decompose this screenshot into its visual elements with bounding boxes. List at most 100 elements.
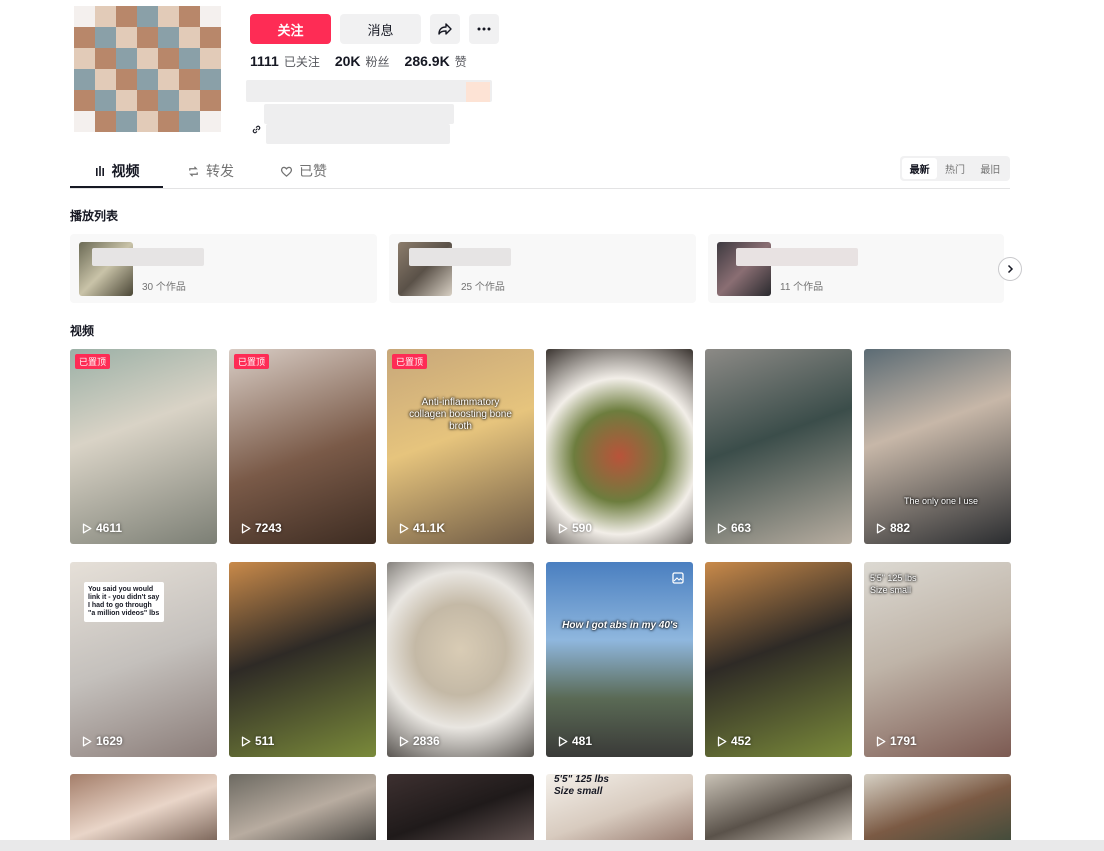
sort-popular[interactable]: 热门 — [937, 158, 972, 179]
video-card[interactable]: 590 — [546, 349, 693, 544]
content-tabs: 视频 转发 已赞 — [70, 156, 1010, 189]
play-icon — [82, 736, 92, 746]
profile-stats: 1111 已关注 20K 粉丝 286.9K 赞 — [250, 53, 482, 70]
more-button[interactable] — [469, 14, 499, 44]
avatar — [62, 6, 226, 138]
avatar-pixel — [95, 6, 116, 27]
avatar-pixel — [95, 48, 116, 69]
view-count: 41.1K — [399, 521, 445, 535]
avatar-pixel — [200, 48, 221, 69]
message-button[interactable]: 消息 — [340, 14, 421, 44]
video-card[interactable]: How I got abs in my 40's 481 — [546, 562, 693, 757]
link-icon — [252, 125, 261, 134]
share-button[interactable] — [430, 14, 460, 44]
video-card[interactable]: 已置顶 7243 — [229, 349, 376, 544]
playlist-name-blurred — [92, 248, 204, 266]
video-card[interactable] — [705, 774, 852, 850]
video-card[interactable]: 2836 — [387, 562, 534, 757]
playlist-count: 30 个作品 — [142, 282, 186, 293]
view-count-label: 481 — [572, 734, 593, 748]
avatar-pixel — [95, 111, 116, 132]
view-count-label: 7243 — [255, 521, 282, 535]
more-icon — [477, 27, 491, 31]
view-count: 2836 — [399, 734, 440, 748]
tab-liked-label: 已赞 — [299, 163, 327, 179]
avatar-pixel — [116, 111, 137, 132]
video-card[interactable]: 已置顶 Anti-inflammatory collagen boosting b… — [387, 349, 534, 544]
avatar-pixel — [200, 69, 221, 90]
horizontal-scrollbar[interactable] — [0, 840, 1104, 851]
reply-caption: You said you would link it - you didn't … — [84, 582, 164, 622]
photo-icon — [672, 572, 684, 584]
avatar-pixel — [137, 27, 158, 48]
tab-videos-label: 视频 — [111, 163, 140, 179]
playlist-next-button[interactable] — [998, 257, 1022, 281]
bio-blurred — [246, 80, 492, 102]
tab-liked[interactable]: 已赞 — [280, 156, 327, 186]
videos-title: 视频 — [70, 324, 95, 338]
view-count: 452 — [717, 734, 751, 748]
playlist-card[interactable]: 25 个作品 — [389, 234, 696, 303]
video-card[interactable]: 452 — [705, 562, 852, 757]
avatar-pixel — [116, 6, 137, 27]
view-count: 481 — [558, 734, 592, 748]
avatar-pixel — [200, 6, 221, 27]
likes-label: 赞 — [454, 55, 467, 69]
bio-emoji-blurred — [466, 82, 490, 102]
video-card[interactable]: 5'5" 125 lbs Size small 1791 — [864, 562, 1011, 757]
avatar-pixel — [74, 6, 95, 27]
video-overlay-text: 5'5" 125 lbs Size small — [870, 573, 917, 595]
share-icon — [438, 23, 452, 35]
avatar-pixel — [179, 48, 200, 69]
video-card[interactable] — [864, 774, 1011, 850]
play-icon — [241, 736, 251, 746]
view-count-label: 663 — [731, 521, 752, 535]
avatar-pixel — [200, 90, 221, 111]
avatar-pixel — [179, 90, 200, 111]
avatar-pixel — [116, 27, 137, 48]
video-card[interactable]: 663 — [705, 349, 852, 544]
avatar-pixel — [74, 48, 95, 69]
follow-button[interactable]: 关注 — [250, 14, 331, 44]
play-icon — [241, 523, 251, 533]
avatar-pixel — [116, 48, 137, 69]
following-label[interactable]: 已关注 — [284, 53, 320, 70]
avatar-pixel — [74, 27, 95, 48]
playlist-card[interactable]: 11 个作品 — [708, 234, 1004, 303]
avatar-pixel — [95, 90, 116, 111]
video-overlay-text: 5'5" 125 lbs Size small — [554, 774, 609, 797]
playlist-card[interactable]: 30 个作品 — [70, 234, 377, 303]
view-count-label: 1629 — [96, 734, 123, 748]
play-icon — [558, 523, 568, 533]
view-count: 511 — [241, 734, 274, 748]
pinned-badge: 已置顶 — [392, 354, 428, 369]
video-card[interactable]: The only one I use 882 — [864, 349, 1011, 544]
profile-link-blurred[interactable] — [266, 124, 450, 144]
repost-icon — [189, 165, 198, 177]
video-card[interactable] — [229, 774, 376, 850]
video-card[interactable] — [387, 774, 534, 850]
playlist-count: 11 个作品 — [780, 282, 824, 293]
video-card[interactable] — [70, 774, 217, 850]
avatar-pixel — [116, 90, 137, 111]
video-overlay-text: Anti-inflammatory collagen boosting bone… — [409, 397, 512, 432]
video-card[interactable]: You said you would link it - you didn't … — [70, 562, 217, 757]
sort-oldest[interactable]: 最旧 — [973, 158, 1008, 179]
avatar-pixel — [200, 111, 221, 132]
avatar-pixel — [158, 27, 179, 48]
tab-reposts[interactable]: 转发 — [187, 156, 234, 186]
view-count-label: 511 — [255, 734, 275, 748]
sort-latest[interactable]: 最新 — [902, 158, 938, 179]
video-card[interactable]: 5'5" 125 lbs Size small — [546, 774, 693, 850]
view-count: 882 — [876, 521, 910, 535]
tab-videos[interactable]: 视频 — [70, 156, 163, 188]
video-card[interactable]: 已置顶 4611 — [70, 349, 217, 544]
avatar-pixel — [158, 69, 179, 90]
followers-label[interactable]: 粉丝 — [366, 53, 390, 70]
playlists-title: 播放列表 — [70, 209, 119, 223]
avatar-pixel — [74, 90, 95, 111]
view-count: 1629 — [82, 734, 123, 748]
video-card[interactable]: 511 — [229, 562, 376, 757]
view-count: 1791 — [876, 734, 917, 748]
avatar-pixel — [95, 27, 116, 48]
